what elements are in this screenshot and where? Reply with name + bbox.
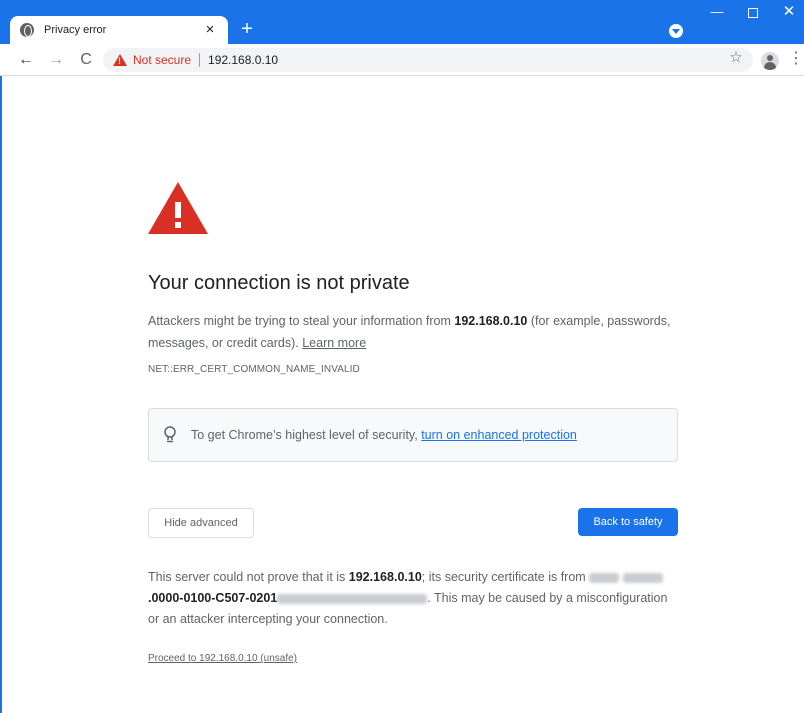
profile-avatar-icon[interactable] xyxy=(761,52,779,70)
explanation-prefix: Attackers might be trying to steal your … xyxy=(148,314,455,328)
lightbulb-icon xyxy=(164,426,176,443)
advanced-details: This server could not prove that it is 1… xyxy=(148,567,678,630)
kebab-menu-icon[interactable]: ⋮ xyxy=(788,49,804,69)
globe-icon xyxy=(20,23,34,37)
not-secure-label[interactable]: Not secure xyxy=(133,53,191,67)
warning-icon[interactable] xyxy=(113,53,127,67)
back-to-safety-button[interactable]: Back to safety xyxy=(578,508,678,536)
details-prefix: This server could not prove that it is xyxy=(148,570,349,584)
back-button[interactable]: ← xyxy=(16,50,36,70)
maximize-icon xyxy=(748,8,758,18)
page-title: Your connection is not private xyxy=(148,272,410,294)
details-cert: .0000-0100-C507-0201 xyxy=(148,591,278,605)
address-bar[interactable]: Not secure 192.168.0.10 xyxy=(103,48,753,72)
enhanced-prefix: To get Chrome’s highest level of securit… xyxy=(191,428,422,442)
tab-search-icon[interactable] xyxy=(669,24,683,38)
proceed-unsafe-link[interactable]: Proceed to 192.168.0.10 (unsafe) xyxy=(148,653,297,664)
window-close-button[interactable]: ✕ xyxy=(771,0,804,28)
details-host: 192.168.0.10 xyxy=(348,570,422,584)
details-mid: ; its security certificate is from xyxy=(421,570,590,584)
error-code[interactable]: NET::ERR_CERT_COMMON_NAME_INVALID xyxy=(148,364,360,375)
redacted-text xyxy=(277,593,428,604)
main-explanation: Attackers might be trying to steal your … xyxy=(148,310,678,354)
forward-button[interactable]: → xyxy=(46,50,66,70)
enhanced-protection-promo: To get Chrome’s highest level of securit… xyxy=(148,408,678,462)
reload-button[interactable]: C xyxy=(76,50,96,70)
redacted-text xyxy=(622,572,663,583)
window-edge xyxy=(0,76,2,713)
hide-advanced-button[interactable]: Hide advanced xyxy=(148,508,254,538)
new-tab-button[interactable]: + xyxy=(236,18,258,40)
tab-title: Privacy error xyxy=(44,24,107,36)
tab-privacy-error[interactable]: Privacy error × xyxy=(10,16,228,44)
window-minimize-button[interactable]: — xyxy=(699,0,735,28)
bookmark-star-icon[interactable]: ☆ xyxy=(726,48,746,66)
large-warning-icon xyxy=(148,182,208,234)
url-text[interactable]: 192.168.0.10 xyxy=(208,53,278,67)
browser-title-bar: Privacy error × + — ✕ xyxy=(0,0,804,44)
explanation-host: 192.168.0.10 xyxy=(454,314,528,328)
redacted-text xyxy=(589,572,620,583)
omnibox-divider xyxy=(199,53,201,67)
browser-toolbar: ← → C Not secure 192.168.0.10 ☆ ⋮ xyxy=(0,44,804,76)
enhanced-protection-text: To get Chrome’s highest level of securit… xyxy=(191,428,577,442)
window-maximize-button[interactable] xyxy=(735,0,771,28)
tab-close-icon[interactable]: × xyxy=(202,22,218,38)
learn-more-link[interactable]: Learn more xyxy=(302,336,366,350)
enhanced-protection-link[interactable]: turn on enhanced protection xyxy=(421,428,577,442)
